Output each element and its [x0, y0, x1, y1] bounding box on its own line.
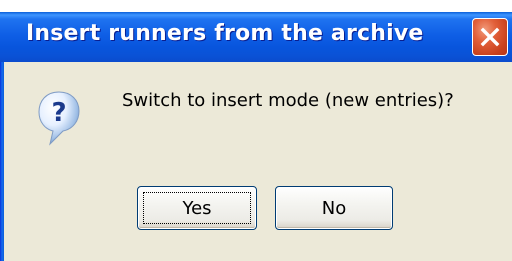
close-icon [480, 27, 500, 47]
titlebar-top-strip [0, 0, 512, 12]
close-button[interactable] [472, 18, 508, 56]
window-title: Insert runners from the archive [26, 21, 424, 46]
no-button[interactable]: No [275, 186, 393, 230]
message-dialog: Insert runners from the archive ? Switch… [0, 0, 512, 261]
svg-text:?: ? [51, 98, 66, 128]
no-button-label: No [321, 197, 347, 219]
question-icon: ? [38, 91, 80, 146]
title-bar[interactable]: Insert runners from the archive [0, 12, 512, 62]
message-text: Switch to insert mode (new entries)? [122, 90, 454, 111]
yes-button-label: Yes [182, 197, 212, 219]
yes-button[interactable]: Yes [137, 186, 257, 230]
